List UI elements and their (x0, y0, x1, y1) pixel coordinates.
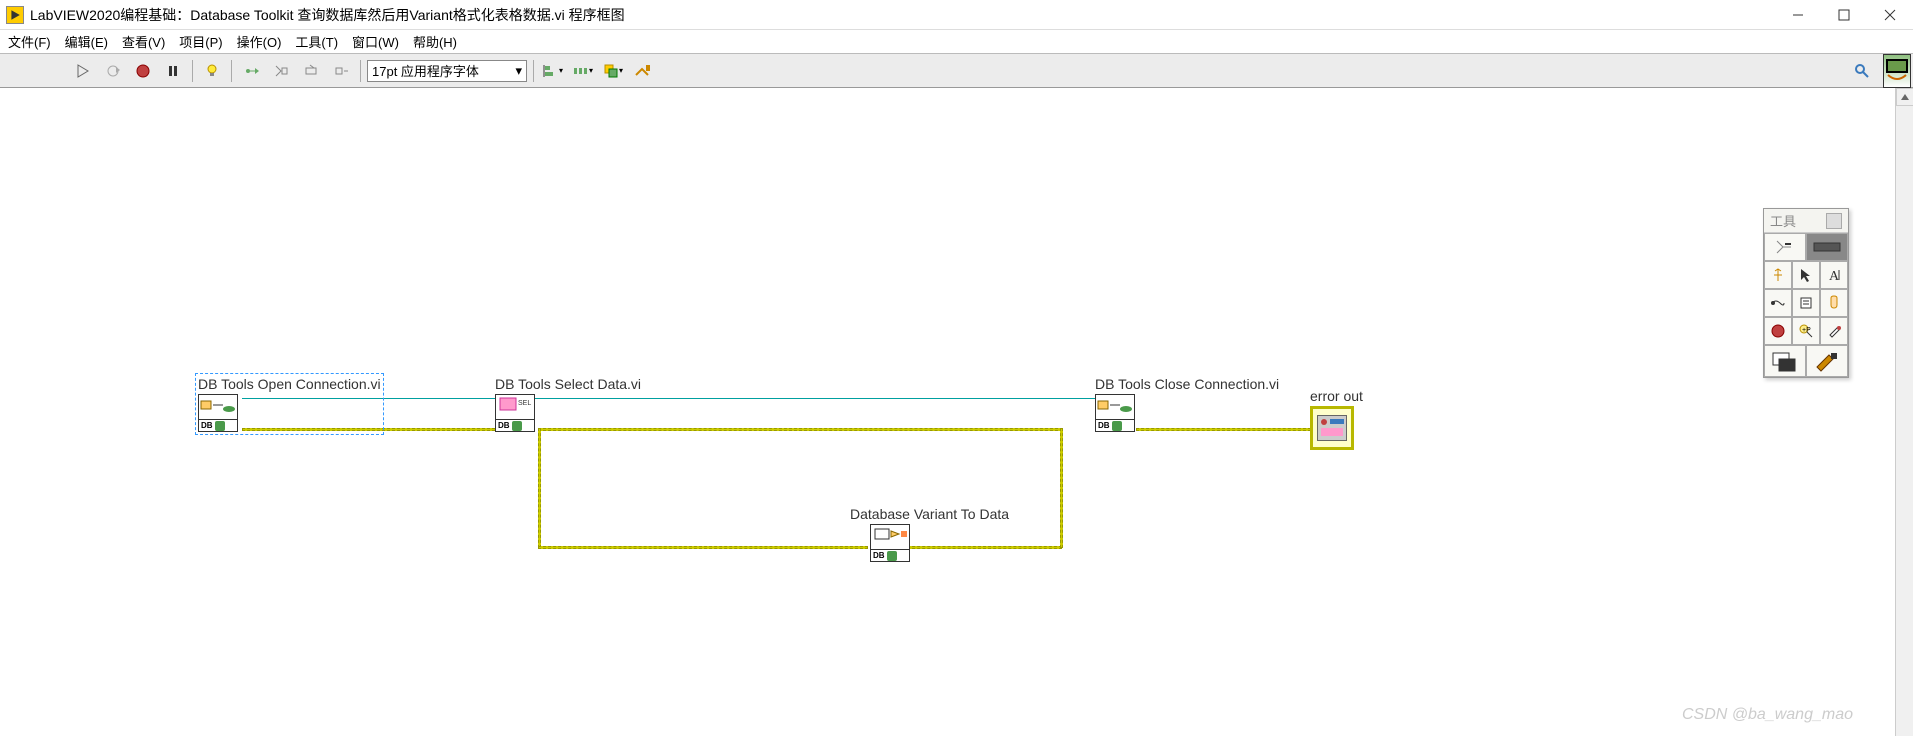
color-tool-fg[interactable] (1764, 345, 1806, 377)
node-db-variant-to-data[interactable]: Database Variant To Data DB (850, 506, 1009, 562)
step-out-button[interactable] (328, 58, 354, 84)
color-tool-brush[interactable] (1806, 345, 1848, 377)
node-db-close-connection[interactable]: DB Tools Close Connection.vi DB (1095, 376, 1279, 432)
close-button[interactable] (1867, 0, 1913, 30)
minimize-button[interactable] (1775, 0, 1821, 30)
menu-window[interactable]: 窗口(W) (352, 32, 399, 51)
vi-icon: SEL DB (495, 394, 535, 432)
node-db-open-connection[interactable]: DB Tools Open Connection.vi DB (198, 376, 381, 432)
run-button[interactable] (70, 58, 96, 84)
menu-edit[interactable]: 编辑(E) (65, 32, 108, 51)
db-text: DB (498, 421, 510, 430)
auto-tool-indicator[interactable] (1806, 233, 1848, 261)
run-continuous-button[interactable] (100, 58, 126, 84)
text-tool[interactable]: A (1820, 261, 1848, 289)
separator (192, 60, 193, 82)
menubar: 文件(F) 编辑(E) 查看(V) 项目(P) 操作(O) 工具(T) 窗口(W… (0, 30, 1913, 54)
menu-help[interactable]: 帮助(H) (413, 32, 457, 51)
font-label: 17pt 应用程序字体 (372, 61, 479, 80)
reorder-button[interactable]: ▾ (600, 58, 626, 84)
watermark: CSDN @ba_wang_mao (1682, 706, 1853, 724)
db-text: DB (873, 551, 885, 560)
vi-icon: DB (870, 524, 910, 562)
node-label: Database Variant To Data (850, 506, 1009, 522)
separator (360, 60, 361, 82)
wiring-tool[interactable] (1764, 289, 1792, 317)
block-diagram-canvas[interactable]: DB Tools Open Connection.vi DB DB Tools … (0, 88, 1913, 736)
palette-close-button[interactable] (1826, 213, 1842, 229)
window-controls (1775, 0, 1913, 30)
menu-view[interactable]: 查看(V) (122, 32, 165, 51)
breakpoint-tool[interactable] (1764, 317, 1792, 345)
color-copy-tool[interactable] (1820, 317, 1848, 345)
svg-text:A: A (1829, 269, 1840, 283)
menu-tools[interactable]: 工具(T) (295, 32, 338, 51)
window-title: LabVIEW2020编程基础：Database Toolkit 查询数据库然后… (30, 5, 1775, 25)
palette-title: 工具 (1770, 211, 1796, 230)
wire-error[interactable] (1060, 428, 1063, 548)
pause-button[interactable] (160, 58, 186, 84)
node-label: DB Tools Close Connection.vi (1095, 376, 1279, 392)
wire-error[interactable] (538, 428, 541, 548)
node-db-select-data[interactable]: DB Tools Select Data.vi SEL DB (495, 376, 641, 432)
step-over-button[interactable] (298, 58, 324, 84)
maximize-button[interactable] (1821, 0, 1867, 30)
step-into-button[interactable] (268, 58, 294, 84)
distribute-button[interactable]: ▾ (570, 58, 596, 84)
titlebar: LabVIEW2020编程基础：Database Toolkit 查询数据库然后… (0, 0, 1913, 30)
vi-icon: DB (198, 394, 238, 432)
operate-tool[interactable] (1764, 261, 1792, 289)
position-tool[interactable] (1792, 261, 1820, 289)
dropdown-icon: ▾ (515, 63, 522, 79)
cleanup-button[interactable] (630, 58, 656, 84)
scroll-tool[interactable] (1820, 289, 1848, 317)
menu-project[interactable]: 项目(P) (179, 32, 222, 51)
vi-icon: DB (1095, 394, 1135, 432)
terminal-label: error out (1310, 388, 1363, 404)
tools-palette[interactable]: 工具 A +P (1763, 208, 1849, 378)
svg-text:+P: +P (1802, 327, 1811, 334)
node-label: DB Tools Open Connection.vi (198, 376, 381, 392)
app-icon (6, 6, 24, 24)
menu-file[interactable]: 文件(F) (8, 32, 51, 51)
scroll-up-arrow[interactable] (1896, 88, 1913, 106)
terminal-error-out[interactable]: error out (1310, 388, 1363, 450)
node-label: DB Tools Select Data.vi (495, 376, 641, 392)
separator (231, 60, 232, 82)
error-cluster-icon (1310, 406, 1354, 450)
vertical-scrollbar[interactable] (1895, 88, 1913, 736)
shortcut-menu-tool[interactable] (1792, 289, 1820, 317)
search-button[interactable] (1849, 58, 1875, 84)
abort-button[interactable] (130, 58, 156, 84)
font-selector[interactable]: 17pt 应用程序字体 ▾ (367, 60, 527, 82)
menu-operate[interactable]: 操作(O) (237, 32, 282, 51)
svg-text:SEL: SEL (518, 400, 531, 407)
separator (533, 60, 534, 82)
highlight-execution-button[interactable] (199, 58, 225, 84)
wire-error[interactable] (538, 546, 868, 549)
align-button[interactable]: ▾ (540, 58, 566, 84)
retain-wire-button[interactable] (238, 58, 264, 84)
palette-titlebar[interactable]: 工具 (1764, 209, 1848, 233)
db-text: DB (201, 421, 213, 430)
connector-pane-icon[interactable] (1883, 54, 1911, 88)
toolbar: 17pt 应用程序字体 ▾ ▾ ▾ ▾ ? (0, 54, 1913, 88)
probe-tool[interactable]: +P (1792, 317, 1820, 345)
db-text: DB (1098, 421, 1110, 430)
auto-tool-button[interactable] (1764, 233, 1806, 261)
